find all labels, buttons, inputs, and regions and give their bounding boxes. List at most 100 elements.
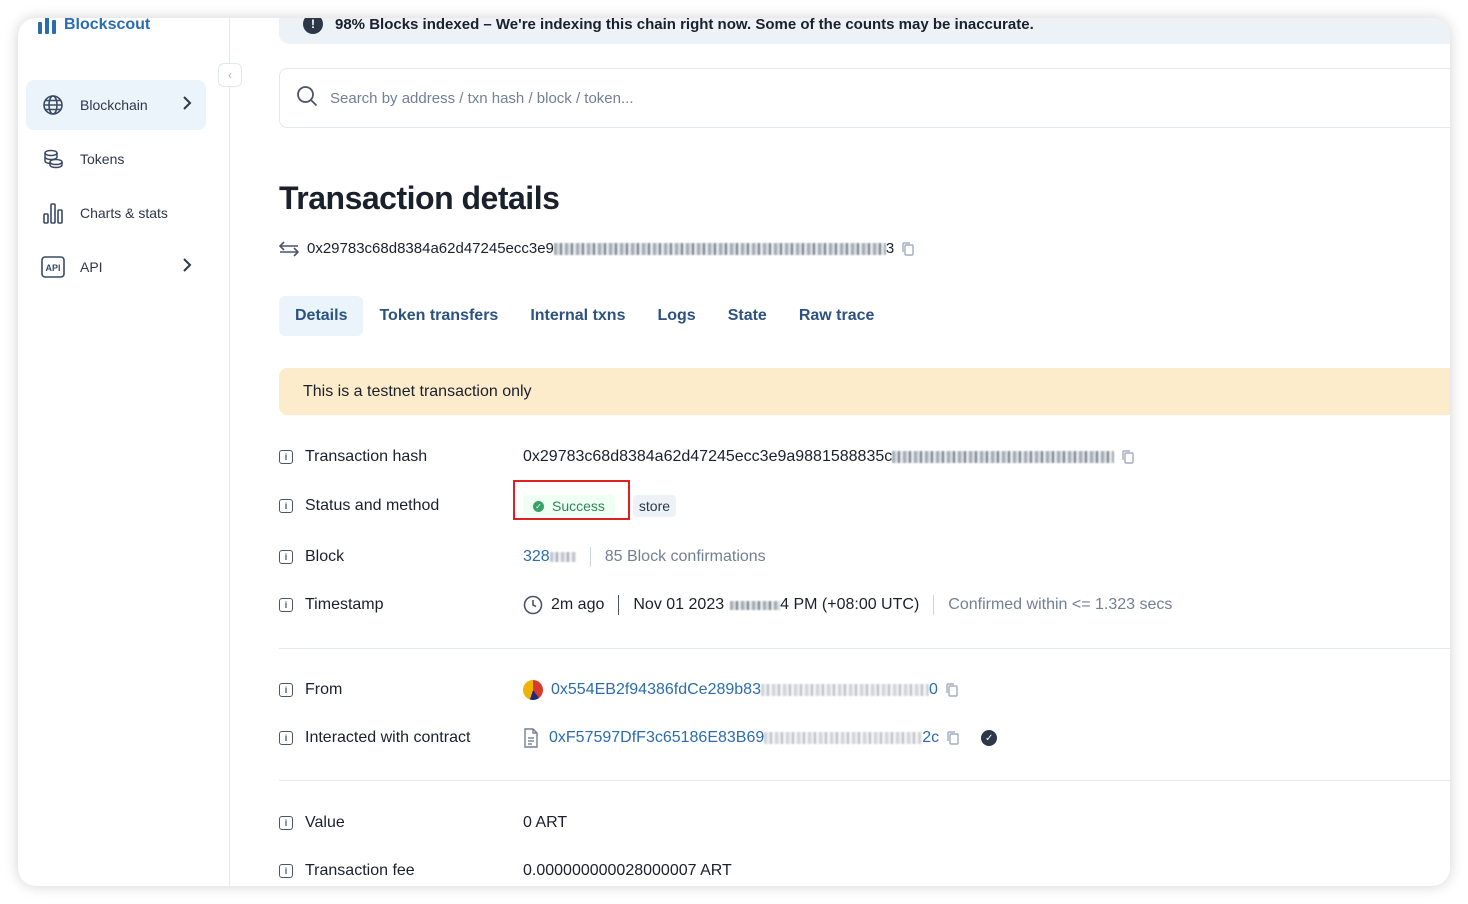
timestamp-date: Nov 01 2023 [633,596,725,613]
main-content: ! 98% Blocks indexed – We're indexing th… [279,18,1450,886]
copy-icon[interactable] [902,241,914,256]
detail-row-fee: i Transaction fee 0.000000000028000007 A… [279,857,732,885]
redacted-region [892,451,1115,463]
detail-row-block: i Block 328 85 Block confirmations [279,543,766,571]
transaction-arrows-icon [279,240,299,257]
header-hash-text: 0x29783c68d8384a62d47245ecc3e9 [307,240,554,257]
detail-label: i Block [279,548,523,566]
tab-details[interactable]: Details [279,296,364,336]
method-badge: store [632,495,677,517]
sidebar-item-label: API [80,259,103,275]
info-icon[interactable]: i [279,731,293,745]
label-text: Status and method [305,497,440,514]
info-icon[interactable]: i [279,550,293,564]
tx-hash-value: 0x29783c68d8384a62d47245ecc3e9a988158883… [523,448,1134,466]
page-title: Transaction details [279,180,560,216]
logo[interactable]: Blockscout [38,18,150,34]
detail-label: i From [279,681,523,699]
sidebar-item-api[interactable]: API API [26,242,206,292]
tab-logs[interactable]: Logs [641,296,711,336]
detail-label: i Transaction hash [279,448,523,466]
sidebar-item-label: Blockchain [80,97,148,113]
search-input[interactable] [330,89,1230,107]
label-text: Interacted with contract [305,729,471,746]
label-text: Value [305,814,345,831]
coins-icon [40,146,66,172]
verified-check-icon: ✓ [981,730,998,746]
detail-row-tx-hash: i Transaction hash 0x29783c68d8384a62d47… [279,443,1134,471]
copy-icon[interactable] [947,731,959,745]
divider [618,595,620,615]
address-avatar [523,680,543,700]
search-bar[interactable] [279,68,1450,128]
indexing-banner: ! 98% Blocks indexed – We're indexing th… [279,18,1450,44]
contract-value: 0xF57597DfF3c65186E83B69 2c ✓ [523,728,998,748]
sidebar-item-blockchain[interactable]: Blockchain [26,80,206,130]
sidebar-item-charts-stats[interactable]: Charts & stats [26,188,206,238]
block-value: 328 85 Block confirmations [523,547,766,567]
detail-row-value: i Value 0 ART [279,809,567,837]
tab-token-transfers[interactable]: Token transfers [363,296,514,336]
globe-icon [40,92,66,118]
testnet-notice-text: This is a testnet transaction only [303,382,532,400]
redacted-region [730,600,781,610]
chevron-left-icon: ‹ [228,68,232,82]
detail-row-contract: i Interacted with contract 0xF57597DfF3c… [279,724,998,752]
label-text: Transaction hash [305,448,428,465]
info-icon[interactable]: i [279,816,293,830]
chevron-right-icon [182,95,192,114]
search-icon [296,85,318,112]
contract-address-suffix[interactable]: 2c [922,729,939,747]
info-icon[interactable]: i [279,864,293,878]
collapse-sidebar-button[interactable]: ‹ [218,63,242,87]
redacted-region [553,242,886,255]
sidebar-item-label: Charts & stats [80,205,168,221]
tx-hash-text: 0x29783c68d8384a62d47245ecc3e9a988158883… [523,448,893,465]
info-icon[interactable]: i [279,683,293,697]
timestamp-value: 2m ago Nov 01 2023 4 PM (+08:00 UTC) Con… [523,595,1172,615]
label-text: Block [305,548,345,565]
highlight-box [513,480,630,520]
info-icon[interactable]: i [279,598,293,612]
copy-icon[interactable] [946,683,958,697]
label-text: From [305,681,343,698]
block-number-link[interactable]: 328 [523,548,550,566]
tab-state[interactable]: State [712,296,783,336]
from-value: 0x554EB2f94386fdCe289b83 0 [523,680,958,700]
detail-label: i Interacted with contract [279,729,523,747]
from-address-suffix[interactable]: 0 [929,681,938,699]
section-divider [279,780,1450,781]
redacted-region [764,732,923,744]
value-amount: 0 ART [523,814,568,831]
divider [933,595,935,615]
browser-frame: Blockscout ‹ Blockchain Tokens Charts & [18,18,1450,886]
redacted-region [760,684,929,696]
bar-chart-icon [40,200,66,226]
header-hash-suffix: 3 [885,240,895,257]
info-icon[interactable]: i [279,499,293,513]
detail-label: i Status and method [279,497,523,515]
banner-text: 98% Blocks indexed – We're indexing this… [335,18,1034,33]
tabs: Details Token transfers Internal txns Lo… [279,296,890,336]
copy-icon[interactable] [1122,450,1134,464]
fee-amount: 0.000000000028000007 ART [523,862,732,879]
tab-internal-txns[interactable]: Internal txns [514,296,641,336]
detail-row-from: i From 0x554EB2f94386fdCe289b83 0 [279,676,958,704]
detail-label: i Timestamp [279,596,523,614]
detail-label: i Transaction fee [279,862,523,880]
label-text: Timestamp [305,596,384,613]
label-text: Transaction fee [305,862,415,879]
from-address-link[interactable]: 0x554EB2f94386fdCe289b83 [551,681,761,699]
contract-address-link[interactable]: 0xF57597DfF3c65186E83B69 [549,729,764,747]
contract-file-icon [523,728,539,748]
info-circle-icon: ! [303,18,323,34]
redacted-region [549,552,576,562]
transaction-hash-header: 0x29783c68d8384a62d47245ecc3e9 3 [279,240,914,257]
sidebar-item-tokens[interactable]: Tokens [26,134,206,184]
sidebar-item-label: Tokens [80,151,125,167]
info-icon[interactable]: i [279,450,293,464]
tab-raw-trace[interactable]: Raw trace [783,296,891,336]
logo-text: Blockscout [64,18,151,33]
api-icon: API [40,254,66,280]
block-confirmations: 85 Block confirmations [604,548,766,565]
